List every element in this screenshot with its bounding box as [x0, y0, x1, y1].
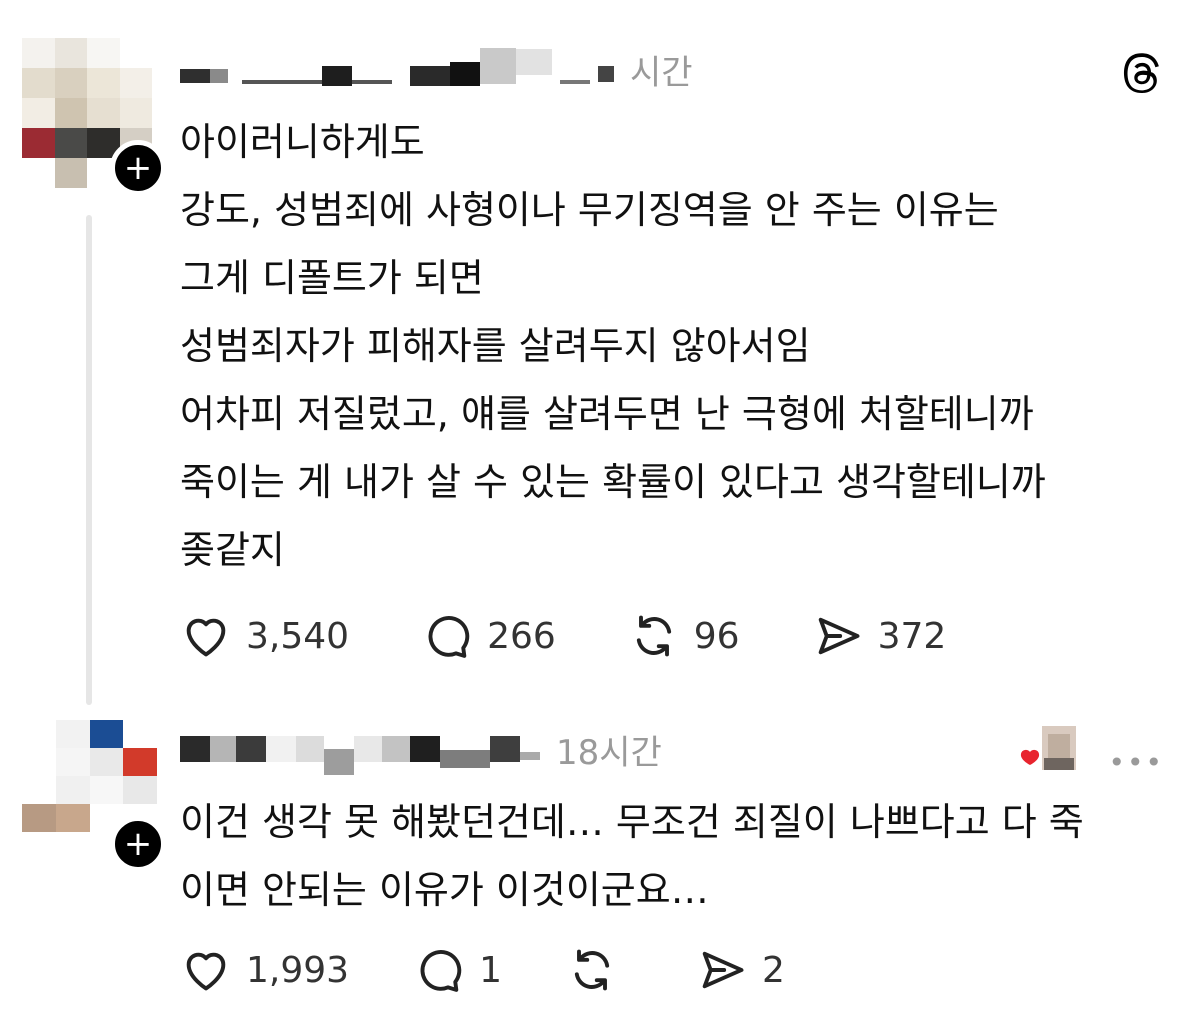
heart-icon — [186, 618, 226, 657]
share-count: 2 — [761, 949, 785, 991]
post-body: 이건 생각 못 해봤던건데… 무조건 죄질이 나쁘다고 다 죽 이면 안되는 이… — [180, 788, 1160, 924]
liked-by-author-avatar — [1018, 722, 1088, 778]
post-text-line: 그게 디폴트가 되면 — [180, 256, 484, 300]
post-text-line: 성범죄자가 피해자를 살려두지 않아서임 — [180, 324, 811, 368]
threads-logo-icon[interactable] — [1120, 52, 1164, 96]
comment-icon — [420, 950, 462, 992]
more-icon[interactable]: ••• — [1108, 746, 1164, 779]
post-text-line: 좆같지 — [180, 528, 285, 572]
post-body: 아이러니하게도 강도, 성범죄에 사형이나 무기징역을 안 주는 이유는 그게 … — [180, 108, 1160, 584]
repost-count: 96 — [693, 615, 740, 657]
reply-button[interactable]: 1 — [413, 944, 502, 996]
repost-button[interactable]: 96 — [628, 610, 740, 662]
post-text-line: 이면 안되는 이유가 이것이군요… — [180, 868, 709, 912]
comment-icon — [428, 616, 470, 658]
post-timestamp: 18시간 — [556, 732, 662, 773]
follow-plus-icon[interactable]: + — [110, 140, 166, 196]
send-icon — [702, 951, 744, 989]
send-icon — [818, 617, 860, 655]
like-button[interactable]: 1,993 — [180, 944, 349, 996]
reply-count: 266 — [487, 615, 556, 657]
repost-button[interactable] — [566, 944, 632, 996]
post-text-line: 죽이는 게 내가 살 수 있는 확률이 있다고 생각할테니까 — [180, 460, 1046, 504]
repost-icon — [574, 949, 610, 991]
liked-by-author-avatar-image — [1020, 726, 1076, 770]
reply-count: 1 — [479, 949, 502, 991]
repost-icon — [636, 615, 671, 657]
follow-plus-icon[interactable]: + — [110, 816, 166, 872]
share-count: 372 — [877, 615, 947, 657]
like-button[interactable]: 3,540 — [180, 610, 349, 662]
heart-icon — [186, 952, 226, 991]
share-button[interactable]: 2 — [696, 944, 785, 996]
thread-reply: + 18시간 ••• 이건 생각 못 해봤던건데… 무조건 죄질이 나쁘다고 다 — [0, 700, 1200, 1024]
like-count: 1,993 — [246, 949, 350, 991]
post-header: 18시간 — [180, 724, 662, 775]
post-text-line: 어차피 저질렀고, 얘를 살려두면 난 극형에 처할테니까 — [180, 392, 1034, 436]
action-bar: 1,993 1 2 — [180, 940, 849, 1000]
share-button[interactable]: 372 — [812, 610, 947, 662]
post-header: 시간 — [180, 44, 693, 94]
post-timestamp: 시간 — [630, 52, 693, 93]
thread-post: + 시간 아이러니하게도 강도, 성범죄에 사형이나 무기징역을 안 주는 이유… — [0, 0, 1200, 705]
action-bar: 3,540 266 96 372 — [180, 606, 1018, 666]
post-text-line: 아이러니하게도 — [180, 120, 425, 164]
post-text-line: 이건 생각 못 해봤던건데… 무조건 죄질이 나쁘다고 다 죽 — [180, 800, 1084, 844]
redacted-username[interactable] — [180, 729, 540, 775]
like-count: 3,540 — [246, 615, 350, 657]
post-text-line: 강도, 성범죄에 사형이나 무기징역을 안 주는 이유는 — [180, 188, 999, 232]
reply-button[interactable]: 266 — [421, 610, 556, 662]
heart-badge-icon — [1020, 749, 1040, 765]
redacted-username[interactable] — [180, 48, 614, 89]
thread-line — [86, 215, 92, 705]
